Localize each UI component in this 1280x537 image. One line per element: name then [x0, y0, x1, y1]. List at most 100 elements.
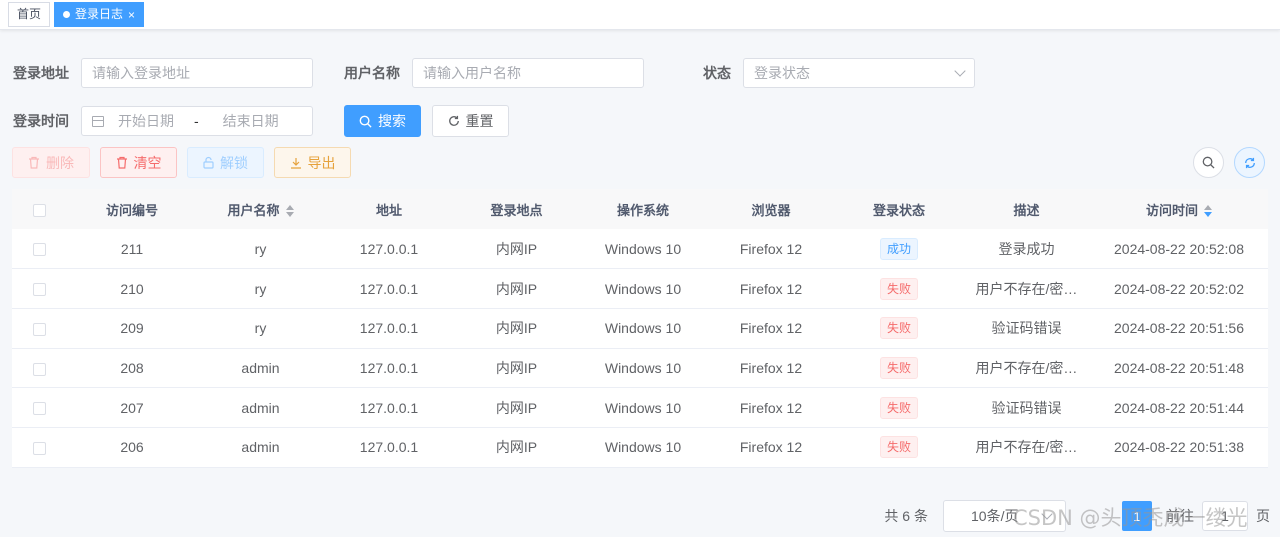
checkbox[interactable] — [33, 243, 46, 257]
checkbox[interactable] — [33, 283, 46, 297]
cell-id: 208 — [120, 359, 144, 376]
search-button[interactable]: 搜索 — [344, 105, 421, 137]
lock-icon — [203, 156, 214, 169]
header-username[interactable]: 用户名称 — [197, 189, 324, 229]
search-icon — [1202, 156, 1215, 169]
toolbar: 删除 清空 解锁 导出 — [12, 147, 1268, 178]
cell-select[interactable] — [12, 308, 67, 348]
cell-msg: 登录成功 — [998, 240, 1055, 257]
page-size-value: 10条/页 — [971, 508, 1019, 524]
table-row: 211 ry 127.0.0.1 内网IP Windows 10 Firefox 12 成功… — [12, 229, 1268, 269]
cell-username: ry — [254, 240, 267, 257]
cell-os: Windows 10 — [604, 399, 682, 416]
header-time[interactable]: 访问时间 — [1090, 189, 1268, 229]
sort-icon[interactable] — [285, 205, 294, 218]
status-badge: 失败 — [879, 396, 918, 419]
tags-view: 首页 登录日志 × — [0, 0, 1280, 30]
goto-prefix: 前往 — [1166, 508, 1194, 524]
sort-icon[interactable] — [1204, 205, 1212, 218]
cell-select[interactable] — [12, 269, 67, 309]
cell-location: 内网IP — [495, 399, 538, 416]
address-input[interactable] — [92, 65, 302, 81]
address-label: 登录地址 — [13, 65, 69, 81]
cell-ipaddr: 127.0.0.1 — [359, 359, 419, 376]
cell-select[interactable] — [12, 388, 67, 428]
status-badge: 成功 — [879, 237, 918, 260]
delete-button-label: 删除 — [46, 154, 74, 171]
tab-login-log[interactable]: 登录日志 × — [54, 2, 145, 27]
header-status: 登录状态 — [872, 202, 925, 218]
reset-button[interactable]: 重置 — [432, 105, 509, 137]
checkbox[interactable] — [33, 442, 46, 456]
page-number-current[interactable]: 1 — [1122, 501, 1152, 531]
cell-msg: 用户不存在/密… — [975, 280, 1078, 297]
cell-username: ry — [254, 320, 267, 337]
refresh-button[interactable] — [1234, 147, 1265, 178]
cell-time: 2024-08-22 20:52:08 — [1114, 240, 1244, 257]
status-select[interactable]: 登录状态 — [743, 58, 975, 88]
cell-browser: Firefox 12 — [739, 240, 803, 257]
cell-username: admin — [241, 359, 280, 376]
cell-id: 207 — [120, 399, 144, 416]
address-input-wrapper[interactable] — [81, 58, 313, 88]
cell-select[interactable] — [12, 348, 67, 388]
cell-msg: 用户不存在/密… — [975, 439, 1078, 456]
cell-location: 内网IP — [495, 280, 538, 297]
cell-time: 2024-08-22 20:51:44 — [1114, 399, 1244, 416]
cell-browser: Firefox 12 — [739, 280, 803, 297]
tab-home[interactable]: 首页 — [8, 2, 51, 27]
cell-msg: 用户不存在/密… — [975, 359, 1078, 376]
search-icon — [359, 115, 372, 128]
status-badge: 失败 — [879, 436, 918, 459]
cell-os: Windows 10 — [604, 240, 682, 257]
unlock-button[interactable]: 解锁 — [187, 147, 264, 178]
status-select-placeholder: 登录状态 — [754, 65, 810, 81]
clean-button[interactable]: 清空 — [100, 147, 177, 178]
header-location: 登录地点 — [490, 202, 543, 218]
checkbox[interactable] — [33, 402, 46, 416]
delete-button[interactable]: 删除 — [12, 147, 90, 178]
end-date-placeholder[interactable]: 结束日期 — [223, 111, 279, 131]
start-date-placeholder[interactable]: 开始日期 — [118, 111, 174, 131]
table-body: 211 ry 127.0.0.1 内网IP Windows 10 Firefox 12 成功… — [12, 229, 1268, 468]
username-input[interactable] — [423, 65, 633, 81]
toggle-search-button[interactable] — [1193, 147, 1224, 178]
checkbox[interactable] — [33, 362, 46, 376]
active-dot-icon — [63, 11, 71, 18]
login-log-table: 访问编号 用户名称 地址 登录地点 操作系统 浏览器 登录状态 描述 访问时间 … — [12, 189, 1268, 468]
close-icon[interactable]: × — [128, 9, 135, 21]
cell-msg: 验证码错误 — [991, 399, 1062, 416]
cell-select[interactable] — [12, 427, 67, 467]
right-toolbar — [1193, 147, 1265, 178]
clean-button-label: 清空 — [133, 154, 162, 171]
goto-page-input[interactable]: 1 — [1202, 501, 1248, 531]
cell-status: 失败 — [835, 308, 963, 348]
trash-icon — [116, 156, 127, 169]
cell-os: Windows 10 — [604, 320, 682, 337]
cell-browser: Firefox 12 — [739, 359, 803, 376]
header-select-all[interactable] — [12, 189, 67, 229]
calendar-icon — [92, 115, 104, 127]
range-separator: - — [194, 113, 199, 129]
page-size-select[interactable]: 10条/页 — [943, 500, 1066, 532]
date-range-picker[interactable]: 开始日期 - 结束日期 — [81, 106, 313, 136]
cell-msg: 验证码错误 — [991, 320, 1062, 337]
status-label: 状态 — [703, 65, 731, 81]
cell-browser: Firefox 12 — [739, 439, 803, 456]
cell-browser: Firefox 12 — [739, 399, 803, 416]
checkbox[interactable] — [33, 323, 46, 337]
chevron-down-icon — [1041, 508, 1053, 520]
export-button[interactable]: 导出 — [274, 147, 351, 178]
cell-time: 2024-08-22 20:51:56 — [1114, 320, 1244, 337]
cell-time: 2024-08-22 20:51:38 — [1114, 439, 1244, 456]
username-input-wrapper[interactable] — [412, 58, 644, 88]
trash-icon — [29, 156, 39, 169]
cell-os: Windows 10 — [604, 280, 682, 297]
checkbox[interactable] — [33, 203, 46, 217]
cell-id: 209 — [120, 320, 144, 337]
username-label: 用户名称 — [344, 65, 400, 81]
cell-ipaddr: 127.0.0.1 — [359, 240, 419, 257]
goto-page: 前往 1 页 — [1166, 501, 1280, 531]
header-msg: 描述 — [1013, 202, 1040, 218]
cell-select[interactable] — [12, 229, 67, 269]
